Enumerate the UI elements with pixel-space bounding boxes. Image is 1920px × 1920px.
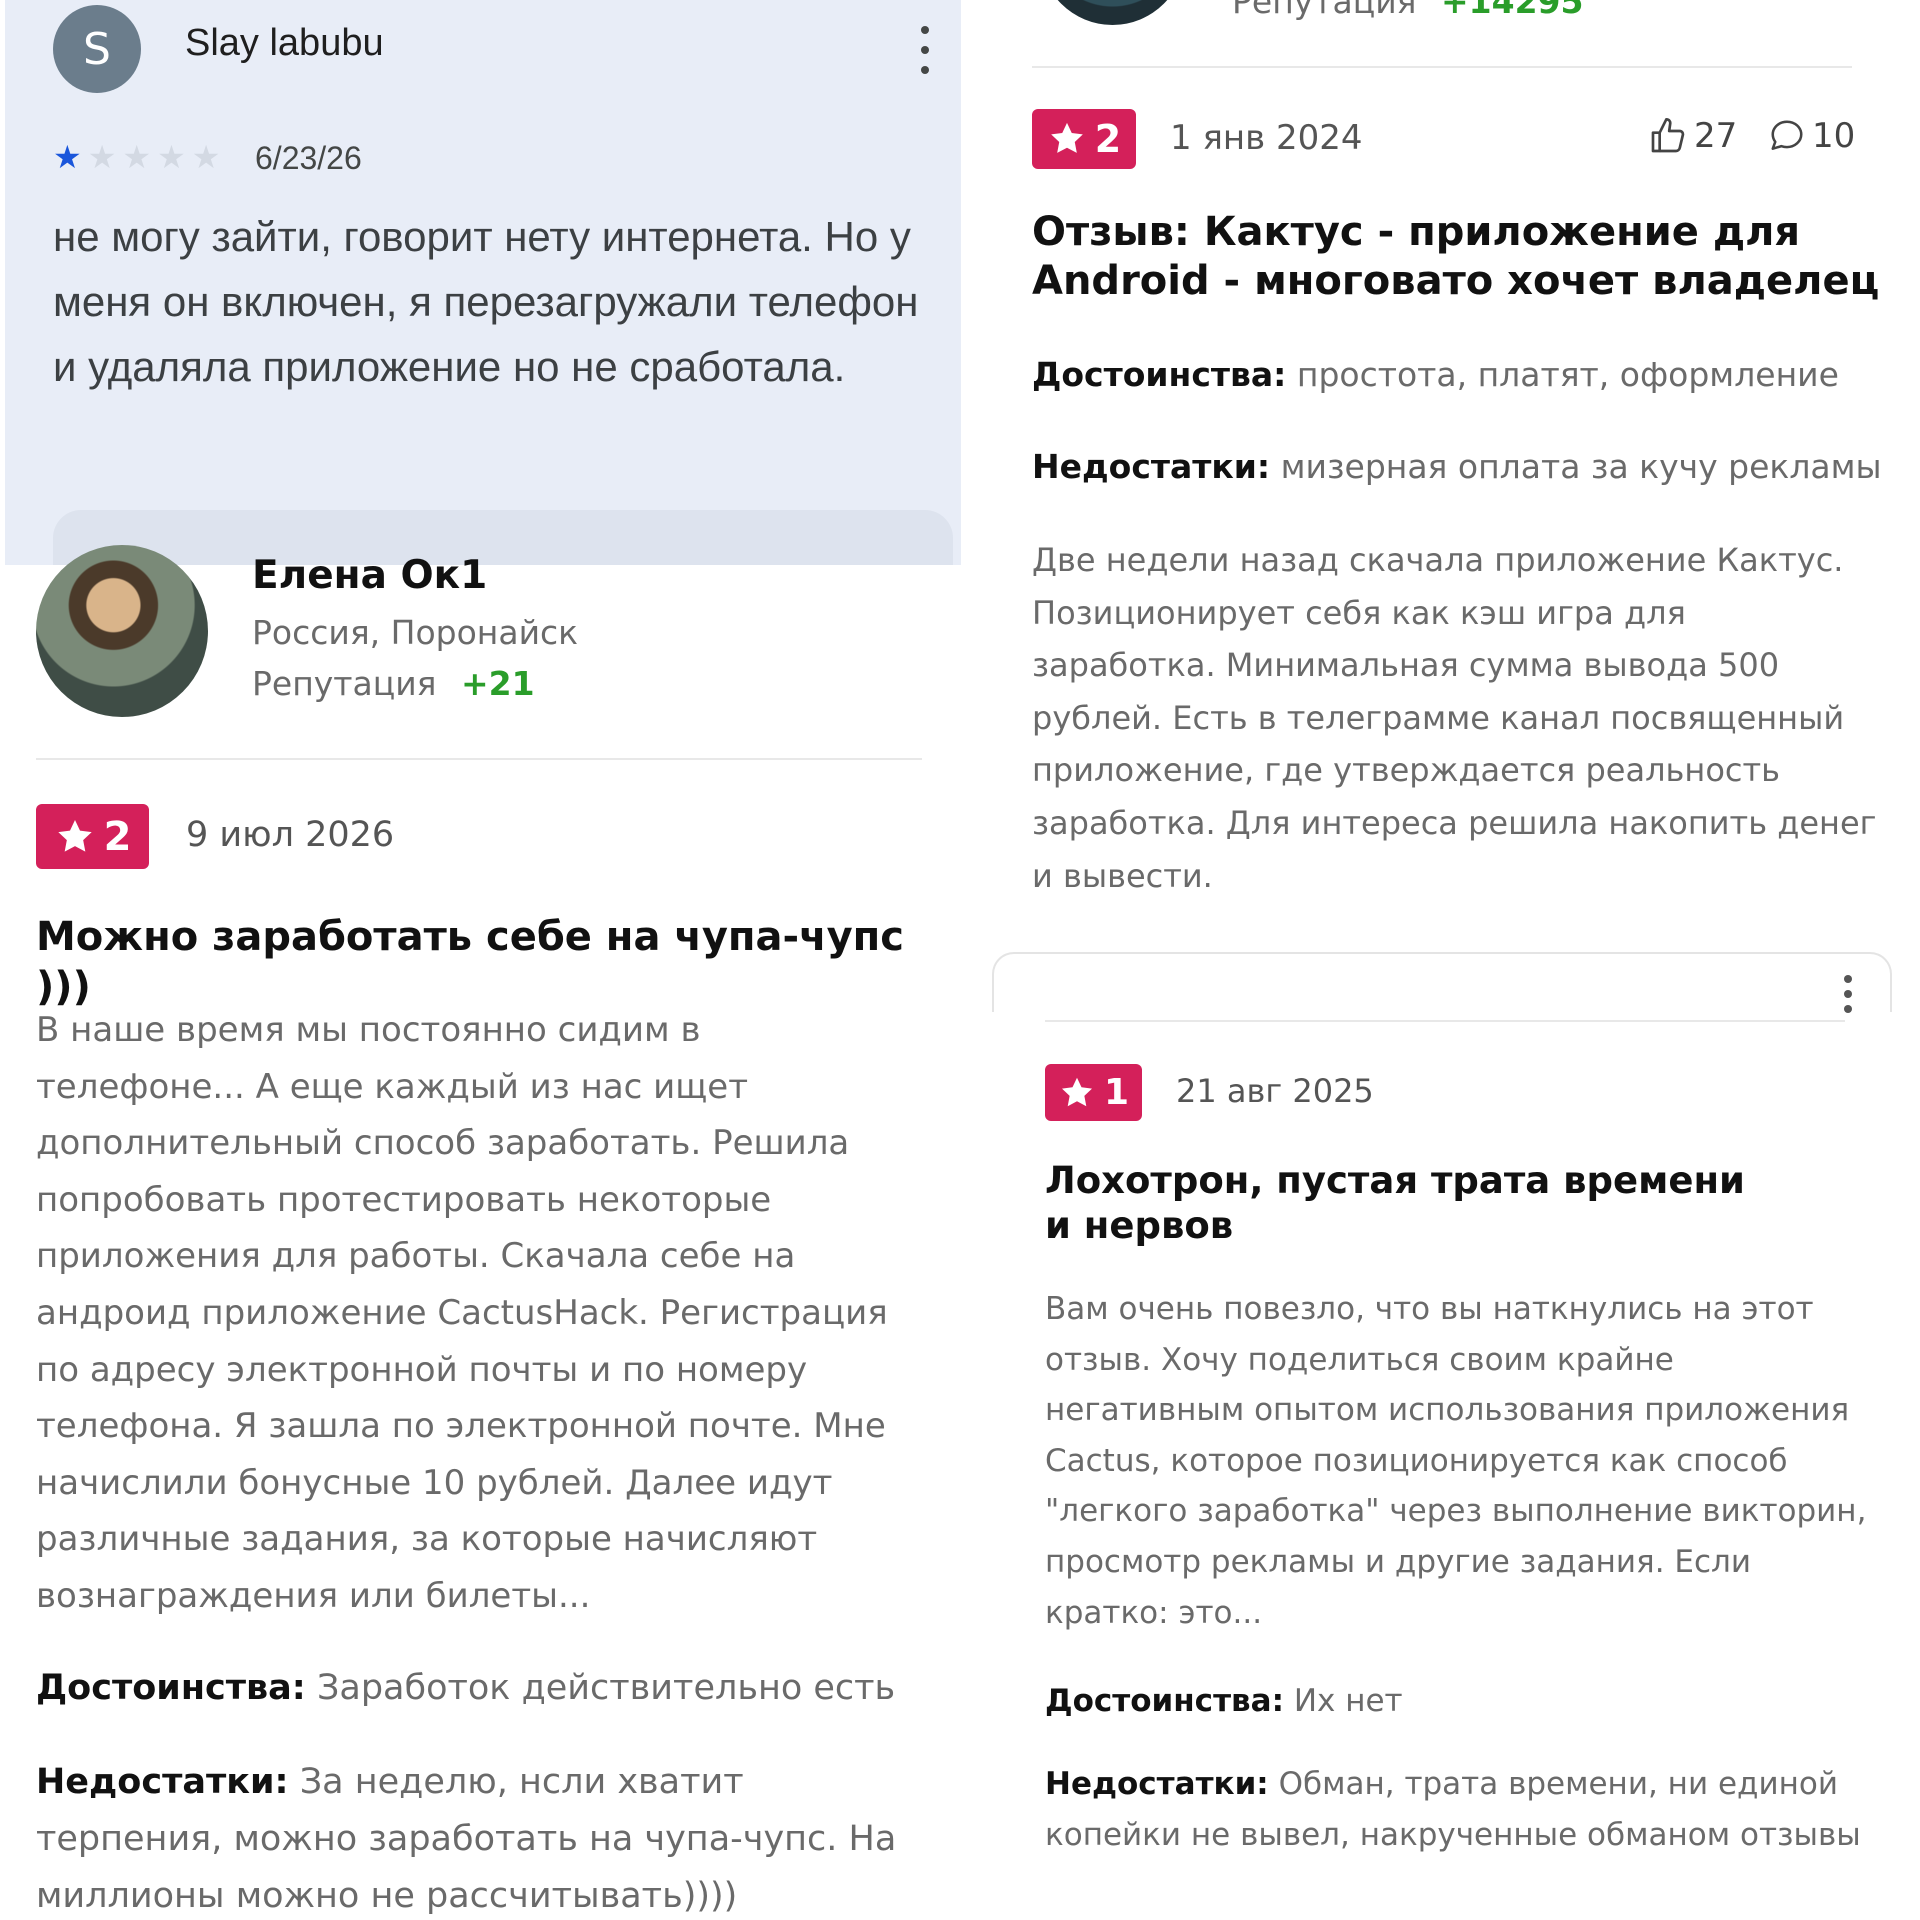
divider — [36, 758, 922, 760]
review-date: 6/23/26 — [255, 140, 362, 176]
review-pros: Достоинства: Заработок действительно ест… — [36, 1660, 936, 1717]
likes-count: 27 — [1694, 116, 1738, 156]
reputation-label: Репутация — [1232, 0, 1417, 21]
cons-label: Недостатки: — [36, 1762, 289, 1802]
more-vert-icon[interactable] — [1838, 975, 1858, 1013]
divider — [1032, 66, 1852, 68]
star-icon — [1061, 1077, 1092, 1106]
review-cons: Недостатки: Обман, трата времени, ни еди… — [1045, 1759, 1865, 1860]
review-body[interactable]: Две недели назад скачала приложение Какт… — [1032, 534, 1877, 902]
review-title[interactable]: Можно заработать себе на чупа-чупс ))) — [36, 912, 936, 1012]
star-icon: ★ — [157, 138, 186, 176]
comments-button[interactable]: 10 — [1768, 116, 1855, 156]
review-pros: Достоинства: простота, платят, оформлени… — [1032, 352, 1892, 398]
author-avatar[interactable] — [36, 545, 208, 717]
author-location: Россия, Поронайск — [252, 613, 579, 652]
star-icon: ★ — [53, 138, 82, 176]
cons-label: Недостатки: — [1045, 1766, 1269, 1802]
pros-text: Их нет — [1293, 1683, 1403, 1719]
pros-text: Заработок действительно есть — [316, 1668, 896, 1708]
author-reputation: Репутация +21 — [252, 664, 535, 703]
rating-badge: 2 — [1032, 109, 1136, 169]
author-avatar[interactable] — [1040, 0, 1185, 25]
pros-label: Достоинства: — [1045, 1683, 1284, 1719]
author-name[interactable]: Елена Ок1 — [252, 552, 487, 600]
star-icon: ★ — [122, 138, 152, 176]
pros-text: простота, платят, оформление — [1296, 355, 1839, 394]
likes-button[interactable]: 27 — [1648, 116, 1737, 156]
cons-text: мизерная оплата за кучу рекламы — [1280, 447, 1882, 486]
pros-label: Достоинства: — [1032, 355, 1287, 394]
review-pros: Достоинства: Их нет — [1045, 1676, 1885, 1726]
star-rating: ★ ★ ★ ★ ★ — [53, 140, 220, 174]
rating-badge: 2 — [36, 804, 149, 869]
star-icon — [57, 819, 92, 852]
pros-label: Достоинства: — [36, 1668, 306, 1708]
review-card-top — [992, 952, 1892, 1012]
comment-icon — [1771, 120, 1803, 150]
review-body[interactable]: В наше время мы постоянно сидим в телефо… — [36, 1002, 916, 1625]
rating-badge: 1 — [1045, 1064, 1142, 1121]
user-avatar[interactable]: S — [53, 5, 141, 93]
reputation-value: +14295 — [1441, 0, 1584, 21]
review-cons: Недостатки: мизерная оплата за кучу рекл… — [1032, 444, 1892, 490]
comments-count: 10 — [1812, 116, 1856, 156]
review-date: 21 авг 2025 — [1176, 1072, 1374, 1110]
star-icon: ★ — [191, 138, 221, 176]
review-title[interactable]: Лохотрон, пустая трата времени и нервов — [1045, 1158, 1775, 1248]
developer-reply-box[interactable] — [53, 510, 953, 565]
cons-label: Недостатки: — [1032, 447, 1271, 486]
rating-value: 2 — [1094, 117, 1122, 161]
rating-value: 1 — [1103, 1072, 1130, 1113]
reputation-label: Репутация — [252, 664, 437, 703]
star-icon — [1050, 122, 1083, 153]
star-icon: ★ — [87, 138, 117, 176]
author-reputation: Репутация +14295 — [1232, 0, 1583, 21]
review-cons: Недостатки: За неделю, нсли хватит терпе… — [36, 1754, 926, 1920]
review-user-name: Slay labubu — [185, 22, 384, 64]
review-body[interactable]: Вам очень повезло, что вы наткнулись на … — [1045, 1284, 1867, 1638]
google-play-review-card: S Slay labubu ★ ★ ★ ★ ★ 6/23/26 не могу зайт… — [5, 0, 961, 565]
thumbs-up-icon — [1651, 118, 1685, 153]
more-vert-icon[interactable] — [910, 26, 940, 74]
review-title[interactable]: Отзыв: Кактус - приложение для Android -… — [1032, 208, 1882, 306]
review-date: 9 июл 2026 — [186, 815, 395, 855]
review-text: не могу зайти, говорит нету интернета. Н… — [53, 213, 919, 390]
divider — [1045, 1020, 1845, 1022]
rating-value: 2 — [103, 813, 132, 860]
reputation-value: +21 — [461, 664, 535, 703]
review-date: 1 янв 2024 — [1170, 118, 1363, 158]
